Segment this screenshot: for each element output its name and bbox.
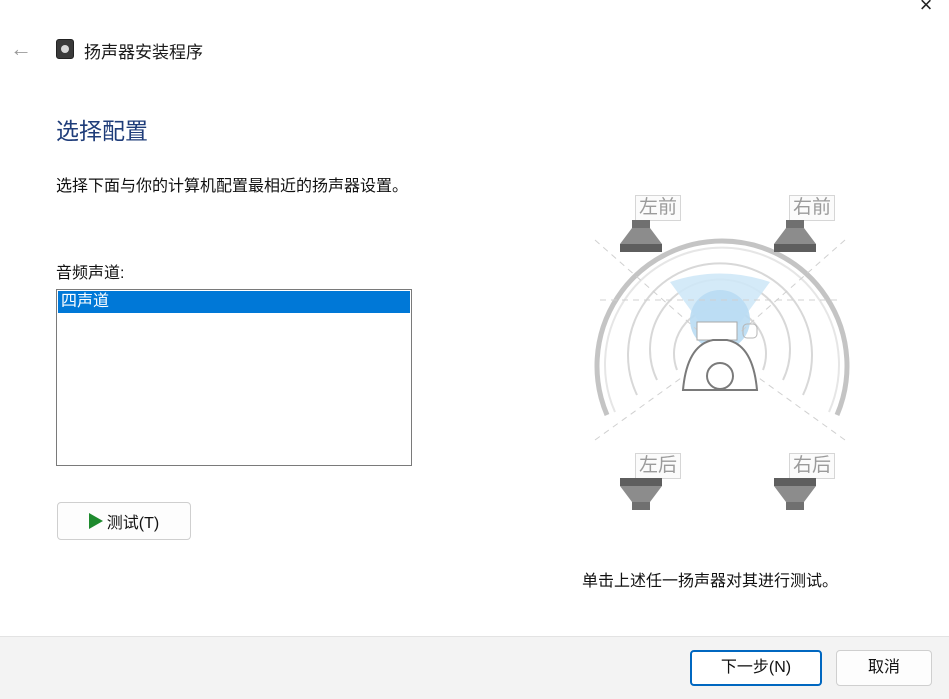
speaker-diagram: 左前 右前 左后 右后: [575, 180, 865, 510]
list-item[interactable]: 四声道: [58, 291, 410, 313]
close-icon: ×: [919, 0, 933, 17]
audio-channels-list[interactable]: 四声道: [56, 289, 412, 466]
next-button[interactable]: 下一步(N): [690, 650, 822, 686]
speaker-icon[interactable]: [772, 476, 818, 512]
play-icon: [88, 513, 103, 529]
close-button[interactable]: ×: [903, 0, 949, 18]
cancel-button[interactable]: 取消: [836, 650, 932, 686]
diagram-hint: 单击上述任一扬声器对其进行测试。: [582, 573, 839, 590]
speaker-app-icon: [56, 39, 74, 59]
speaker-icon[interactable]: [618, 218, 664, 254]
test-button[interactable]: 测试(T): [57, 502, 191, 540]
back-arrow-icon: ←: [10, 36, 32, 61]
speaker-icon[interactable]: [772, 218, 818, 254]
speaker-icon[interactable]: [618, 476, 664, 512]
page-title: 选择配置: [56, 118, 148, 144]
page-description: 选择下面与你的计算机配置最相近的扬声器设置。: [56, 178, 409, 195]
back-button[interactable]: ←: [8, 36, 34, 62]
audio-channels-label: 音频声道:: [56, 265, 125, 282]
test-button-label: 测试(T): [106, 515, 160, 532]
window-title: 扬声器安装程序: [84, 43, 203, 62]
